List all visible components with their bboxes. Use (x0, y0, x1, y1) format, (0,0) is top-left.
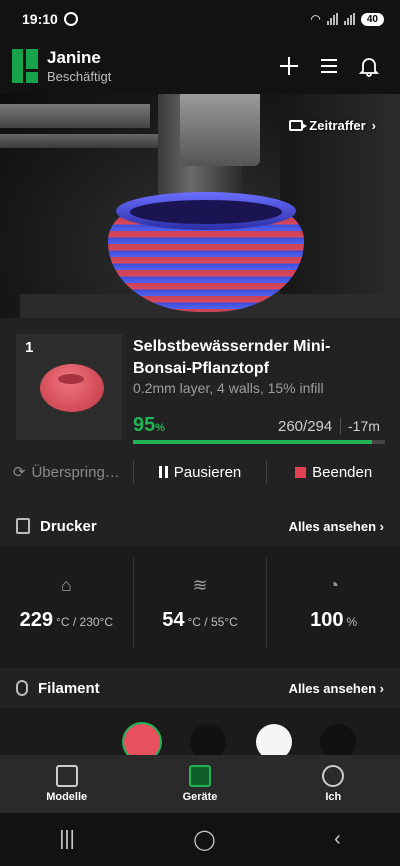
stop-button[interactable]: Beenden (267, 464, 400, 481)
skip-objects-button[interactable]: ⟳ Überspring… (0, 463, 133, 482)
pause-icon (158, 466, 168, 478)
printer-section-header: Drucker Alles ansehen › (0, 506, 400, 546)
app-header: Janine Beschäftigt (0, 38, 400, 94)
speedometer-icon: ◔ (328, 574, 340, 595)
printer-device-icon (188, 765, 211, 787)
models-cube-icon (55, 765, 78, 787)
printer-icon (16, 518, 30, 534)
battery-indicator: 40 (360, 12, 384, 26)
plate-number: 1 (25, 339, 34, 356)
whatsapp-icon (63, 12, 78, 26)
nav-devices[interactable]: Geräte (133, 755, 266, 813)
see-all-filament-link[interactable]: Alles ansehen › (289, 681, 384, 696)
heatbed-icon: ≋ (192, 574, 208, 595)
recent-apps-icon[interactable]: ||| (59, 828, 75, 851)
nozzle-icon: ⌂ (60, 574, 72, 595)
see-all-printer-link[interactable]: Alles ansehen › (289, 519, 384, 534)
bell-icon[interactable] (358, 55, 380, 77)
print-speed[interactable]: ◔ 100% (267, 558, 400, 648)
add-icon[interactable] (278, 55, 300, 77)
bed-temperature[interactable]: ≋ 54 °C / 55°C (134, 558, 268, 648)
timelapse-button[interactable]: Zeitraffer › (289, 118, 376, 133)
print-job-card: 1 Selbstbewässernder Mini-Bonsai-Pflanzt… (0, 318, 400, 506)
filament-spool-icon (16, 680, 28, 696)
signal-icon (326, 13, 338, 25)
status-bar: 19:10 ◠ 40 (0, 0, 400, 38)
progress-percent: 95% (133, 414, 166, 436)
system-navigation-bar: ||| ◯ ‹ (0, 813, 400, 866)
timelapse-label: Zeitraffer (309, 118, 366, 133)
skip-icon: ⟳ (12, 464, 26, 481)
signal-icon-2 (343, 13, 355, 25)
nav-me[interactable]: Ich (267, 755, 400, 813)
user-icon (322, 765, 345, 787)
bambu-logo (12, 49, 38, 83)
menu-icon[interactable] (318, 55, 340, 77)
printer-status: Beschäftigt (47, 69, 112, 84)
nozzle-temperature[interactable]: ⌂ 229 °C / 230°C (0, 558, 134, 648)
job-thumbnail[interactable]: 1 (16, 334, 122, 440)
wifi-icon: ◠ (310, 12, 321, 26)
model-preview (40, 364, 104, 412)
job-title: Selbstbewässernder Mini-Bonsai-Pflanztop… (133, 338, 331, 377)
stop-icon (295, 466, 307, 478)
filament-section-header: Filament Alles ansehen › (0, 668, 400, 708)
section-title-filament: Filament (38, 679, 100, 697)
layer-count: 260/294 (278, 418, 333, 435)
nav-models[interactable]: Modelle (0, 755, 133, 813)
time-remaining: -17m (348, 418, 380, 434)
clock: 19:10 (22, 11, 58, 27)
back-icon[interactable]: ‹ (334, 828, 341, 851)
section-title-printer: Drucker (40, 517, 97, 535)
printer-section: Drucker Alles ansehen › ⌂ 229 °C / 230°C … (0, 506, 400, 658)
printer-selector[interactable]: Janine Beschäftigt (47, 48, 111, 84)
home-icon[interactable]: ◯ (193, 827, 215, 852)
filament-section: Filament Alles ansehen › (0, 668, 400, 760)
printer-name: Janine (47, 48, 101, 67)
video-camera-icon (289, 120, 308, 131)
job-settings: 0.2mm layer, 4 walls, 15% infill (133, 380, 324, 396)
pause-button[interactable]: Pausieren (134, 464, 267, 481)
bottom-navigation: Modelle Geräte Ich (0, 755, 400, 813)
chevron-right-icon: › (371, 118, 376, 133)
progress-bar (133, 440, 385, 444)
